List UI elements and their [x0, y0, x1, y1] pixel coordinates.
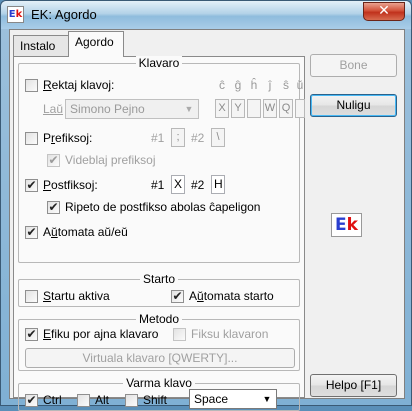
metodo-title: Metodo [135, 312, 183, 326]
starto-title: Starto [139, 272, 178, 286]
letter-j-circ: ĵ [268, 78, 272, 92]
ripeto-checkbox[interactable]: ✔ [47, 201, 60, 214]
lau-label: Laŭ [43, 102, 64, 116]
helpo-button[interactable]: Helpo [F1] [310, 374, 397, 397]
automata-starto-label: Aŭtomata starto [189, 289, 274, 303]
letter-s-circ: ŝ [283, 78, 289, 92]
fiksu-klavaron-checkbox[interactable] [173, 328, 186, 341]
postfix1-input[interactable]: X [171, 175, 185, 194]
title-bar[interactable]: Ek EK: Agordo ✕ [1, 1, 411, 29]
key-input-h[interactable] [247, 99, 261, 118]
metodo-group: Metodo ✔ Efiku por ajna klavaro Fiksu kl… [18, 312, 300, 371]
prefix1-input[interactable]: ; [171, 128, 185, 147]
layout-dropdown-value: Simono Pejno [70, 102, 145, 116]
automata-au-eu-checkbox[interactable]: ✔ [25, 226, 38, 239]
agordo-panel: Klavaro Rektaj klavoj: ĉ ĝ ĥ ĵ ŝ ŭ Laŭ S… [13, 56, 305, 411]
automata-au-eu-label: Aŭtomata aŭ/eŭ [43, 225, 128, 239]
ek-app-icon: Ek [7, 6, 24, 23]
prefiksoj-checkbox[interactable] [25, 132, 38, 145]
prefix1-label: #1 [151, 131, 165, 145]
klavaro-title: Klavaro [135, 56, 183, 70]
key-input-j[interactable]: W [263, 99, 277, 118]
prefix2-label: #2 [191, 131, 205, 145]
ctrl-checkbox[interactable]: ✔ [25, 394, 38, 407]
ctrl-label: Ctrl [43, 393, 62, 407]
automata-starto-checkbox[interactable]: ✔ [171, 290, 184, 303]
key-input-g[interactable]: Y [231, 99, 245, 118]
letter-g-circ: ĝ [234, 78, 242, 92]
key-input-c[interactable]: X [215, 99, 229, 118]
chevron-down-icon: ▼ [184, 104, 194, 114]
nuligu-button[interactable]: Nuligu [310, 94, 397, 117]
postfiksoj-checkbox[interactable]: ✔ [25, 179, 38, 192]
postfix1-label: #1 [151, 178, 165, 192]
startu-aktiva-checkbox[interactable] [25, 290, 38, 303]
ripeto-label: Ripeto de postfikso abolas ĉapeligon [65, 200, 261, 214]
efiku-label: Efiku por ajna klavaro [43, 327, 159, 341]
bone-button[interactable]: Bone [310, 54, 397, 77]
hotkey-dropdown-value: Space [194, 392, 229, 406]
chevron-down-icon: ▼ [262, 394, 272, 404]
tab-instalo[interactable]: Instalo [13, 35, 70, 57]
letter-u-breve: ŭ [296, 78, 304, 92]
hotkey-dropdown[interactable]: Space ▼ [189, 389, 277, 409]
virtuala-klavaro-button[interactable]: Virtuala klavaro [QWERTY]... [25, 348, 295, 368]
postfix2-label: #2 [191, 178, 205, 192]
rektaj-klavoj-label: Rektaj klavoj: [43, 78, 115, 92]
settings-window: Ek EK: Agordo ✕ Instalo Agordo Klavaro R… [0, 0, 412, 411]
window-title: EK: Agordo [31, 7, 97, 22]
close-button[interactable]: ✕ [363, 2, 405, 21]
shift-checkbox[interactable] [125, 394, 138, 407]
varma-klavo-group: Varma klavo ✔ Ctrl Alt Shift Space ▼ [18, 376, 300, 411]
shift-label: Shift [143, 393, 168, 407]
alt-checkbox[interactable] [77, 394, 90, 407]
ek-logo-icon: Ek [331, 213, 362, 237]
prefiksoj-label: Prefiksoj: [43, 131, 93, 145]
startu-aktiva-label: Startu aktiva [43, 289, 110, 303]
varma-klavo-title: Varma klavo [123, 376, 195, 390]
key-input-s[interactable]: Q [279, 99, 293, 118]
videblaj-prefiksoj-label: Videblaj prefiksoj [65, 153, 156, 167]
efiku-checkbox[interactable]: ✔ [25, 328, 38, 341]
klavaro-group: Klavaro Rektaj klavoj: ĉ ĝ ĥ ĵ ŝ ŭ Laŭ S… [18, 56, 305, 263]
layout-dropdown[interactable]: Simono Pejno ▼ [65, 99, 199, 119]
rektaj-klavoj-checkbox[interactable] [25, 79, 38, 92]
postfix2-input[interactable]: H [211, 175, 225, 194]
letter-c-circ: ĉ [219, 78, 225, 92]
key-input-u[interactable] [295, 99, 305, 118]
starto-group: Starto Startu aktiva ✔ Aŭtomata starto [18, 272, 300, 307]
letter-h-circ: ĥ [250, 78, 258, 92]
prefix2-input[interactable]: \ [211, 128, 225, 147]
tab-agordo[interactable]: Agordo [68, 31, 124, 57]
alt-label: Alt [95, 393, 110, 407]
videblaj-prefiksoj-checkbox[interactable]: ✔ [47, 154, 60, 167]
postfiksoj-label: Postfiksoj: [43, 178, 98, 192]
fiksu-klavaron-label: Fiksu klavaron [191, 327, 269, 341]
